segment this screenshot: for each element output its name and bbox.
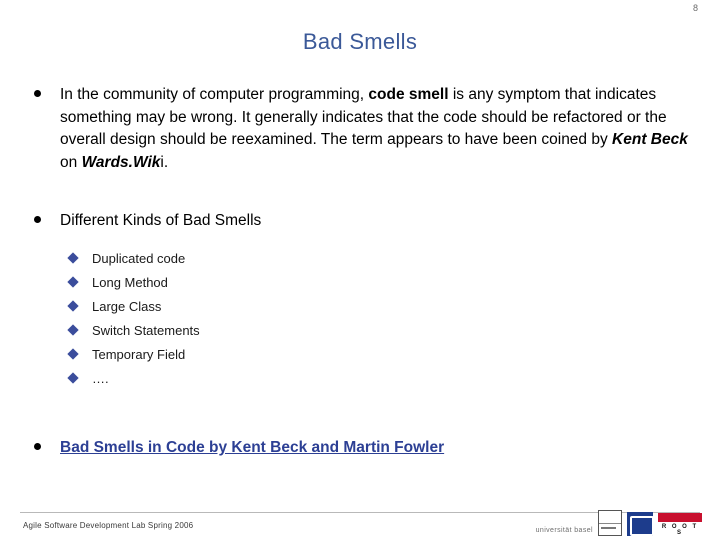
definition-bold-code-smell: code smell [368,86,449,103]
bullet-kinds-heading: Different Kinds of Bad Smells [22,210,700,233]
diamond-bullet-icon [67,276,79,288]
reference-link[interactable]: Bad Smells in Code by Kent Beck and Mart… [60,439,444,456]
definition-text-1: In the community of computer programming… [60,86,369,103]
roots-logo-label: R O O T S [661,524,699,536]
bullet-reference: Bad Smells in Code by Kent Beck and Mart… [22,437,700,460]
list-item: Temporary Field [22,343,700,367]
list-item: Duplicated code [22,247,700,271]
bullet-marker-icon [34,442,41,450]
footer-logos: universität basel R O O T S [536,510,702,536]
definition-bold-italic-wards-wiki: Wards.Wik [81,153,161,171]
roots-logo-icon: R O O T S [658,512,702,536]
bullet-marker-icon [34,216,41,224]
page-number: 8 [692,3,698,13]
list-item: Long Method [22,271,700,295]
list-item-label: Temporary Field [92,346,186,362]
diamond-bullet-icon [67,372,79,384]
kinds-heading-label: Different Kinds of Bad Smells [60,212,262,230]
list-item: Switch Statements [22,319,700,343]
diamond-bullet-icon [67,324,79,336]
list-item-label: …. [92,370,109,386]
page-title: Bad Smells [302,29,418,54]
definition-bold-italic-kent-beck: Kent Beck [612,131,688,149]
definition-text-3: on [60,153,82,171]
bullet-marker-icon [34,90,41,97]
diamond-bullet-icon [67,300,79,312]
bullet-definition: In the community of computer programming… [22,84,700,174]
institute-logo-icon [627,512,654,536]
slide-body: In the community of computer programming… [22,84,700,460]
list-item-label: Long Method [92,274,168,290]
list-item-label: Large Class [92,298,162,314]
list-item: Large Class [22,295,700,319]
list-item-label: Switch Statements [92,322,200,338]
kinds-list: Duplicated code Long Method Large Class … [22,247,700,391]
diamond-bullet-icon [67,252,79,264]
slide: 8 Bad Smells In the community of compute… [0,0,720,540]
definition-text-4: i. [160,153,169,171]
diamond-bullet-icon [67,348,79,360]
university-crest-icon [598,510,622,536]
list-item: …. [22,367,700,391]
footer-label: Agile Software Development Lab Spring 20… [23,521,194,530]
university-label: universität basel [535,527,593,534]
list-item-label: Duplicated code [92,250,186,266]
